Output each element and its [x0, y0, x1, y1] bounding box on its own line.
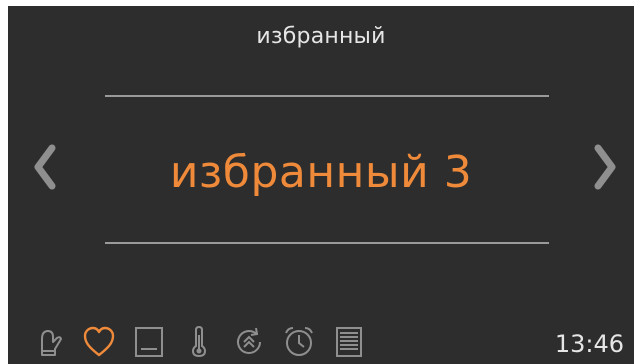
- selected-favorite[interactable]: избранный 3: [8, 147, 634, 198]
- oven-mitt-icon: [41, 330, 62, 356]
- oven-mitt-button[interactable]: [32, 325, 66, 359]
- screen-title: избранный: [256, 24, 386, 49]
- alarm-button[interactable]: [282, 325, 316, 359]
- next-button[interactable]: [590, 144, 620, 190]
- alarm-clock-icon: [285, 327, 313, 356]
- chevron-right-icon: [594, 144, 616, 190]
- temperature-button[interactable]: [182, 325, 216, 359]
- settings-list-icon: [336, 327, 362, 357]
- oven-display-screen: избранный избранный 3 13:46: [8, 6, 634, 364]
- settings-list-button[interactable]: [332, 325, 366, 359]
- panel-button[interactable]: [132, 325, 166, 359]
- panel-icon: [135, 327, 163, 357]
- boost-button[interactable]: [232, 325, 266, 359]
- bottom-divider: [105, 242, 549, 244]
- boost-icon: [237, 327, 261, 354]
- top-divider: [105, 95, 549, 97]
- heart-icon: [83, 326, 115, 357]
- bottom-toolbar: [32, 322, 382, 362]
- favorites-button[interactable]: [82, 325, 116, 359]
- clock-display: 13:46: [554, 330, 624, 358]
- thermometer-icon: [191, 325, 207, 358]
